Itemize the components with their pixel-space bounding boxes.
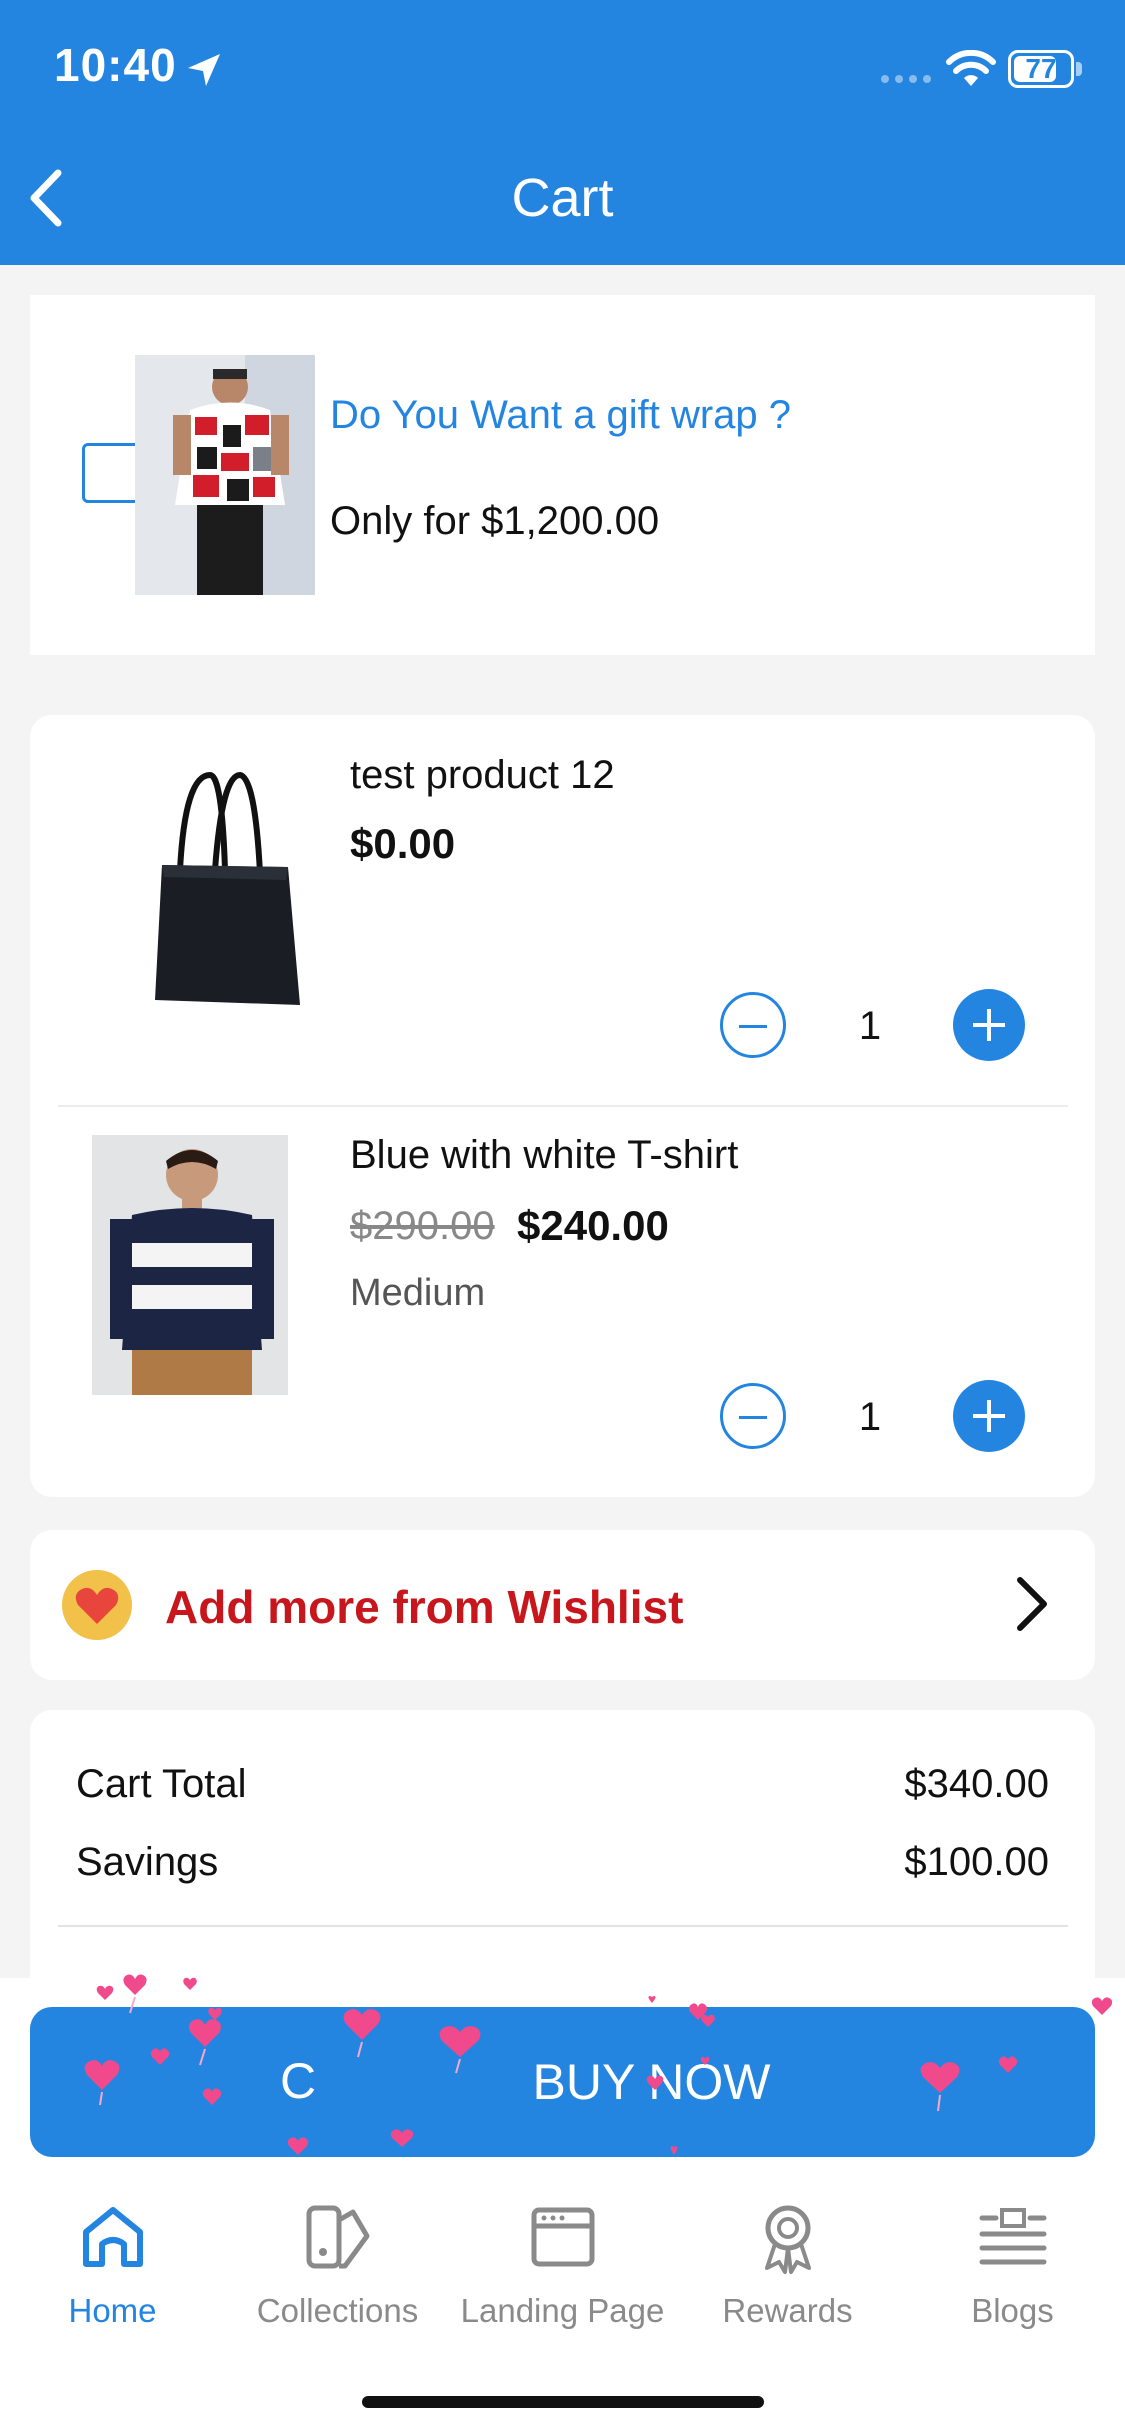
quantity-value: 1: [858, 1395, 882, 1439]
signal-icon: [881, 75, 931, 83]
app-header: 10:40 77 Cart: [0, 0, 1125, 265]
cart-item: test product 12 $0.00 1: [30, 715, 1095, 1107]
home-icon: [83, 2207, 143, 2267]
cart-item-price: $240.00: [517, 1202, 669, 1249]
battery-level-text: 77: [1025, 53, 1057, 84]
tab-landing-page[interactable]: Landing Page: [450, 2200, 675, 2330]
status-time: 10:40: [54, 39, 177, 91]
battery-icon: 77: [1008, 50, 1074, 88]
cart-item-variant: Medium: [350, 1272, 486, 1314]
wishlist-badge: [62, 1570, 132, 1640]
savings-label: Savings: [76, 1840, 219, 1884]
gift-wrap-card: Do You Want a gift wrap ? Only for $1,20…: [30, 295, 1095, 655]
buy-now-label: BUY NOW: [532, 2054, 771, 2110]
landing-page-icon: [531, 2207, 595, 2267]
buy-now-button[interactable]: C BUY NOW: [30, 2007, 1095, 2157]
tab-label: Blogs: [971, 2292, 1054, 2329]
totals-divider: [58, 1925, 1068, 1927]
tab-collections[interactable]: Collections: [225, 2200, 450, 2330]
tote-bag-image: [110, 755, 340, 1025]
tab-home[interactable]: Home: [0, 2200, 225, 2330]
cart-total-label: Cart Total: [76, 1762, 247, 1806]
home-indicator: [362, 2396, 764, 2408]
collections-icon: [306, 2205, 370, 2269]
cart-item-price: $0.00: [350, 820, 456, 867]
cart-items-card: test product 12 $0.00 1 Blue with white …: [30, 715, 1095, 1497]
tab-rewards[interactable]: Rewards: [675, 2200, 900, 2330]
blogs-icon: [979, 2208, 1047, 2265]
quantity-increase-button[interactable]: [953, 989, 1025, 1061]
cart-item: Blue with white T-shirt $290.00 $240.00 …: [30, 1107, 1095, 1497]
gift-wrap-price: Only for $1,200.00: [330, 499, 660, 543]
savings-value: $100.00: [904, 1840, 1049, 1884]
wifi-icon: [946, 50, 996, 86]
striped-tshirt-image: [92, 1135, 288, 1395]
chevron-right-icon: [1017, 1577, 1047, 1631]
cart-item-name: test product 12: [350, 753, 615, 797]
quantity-decrease-button[interactable]: [720, 1383, 786, 1449]
cart-total-value: $340.00: [904, 1762, 1049, 1806]
tab-label: Landing Page: [460, 2292, 665, 2329]
add-from-wishlist-button[interactable]: Add more from Wishlist: [30, 1530, 1095, 1680]
gift-wrap-product-image: [135, 355, 315, 595]
gift-wrap-checkbox[interactable]: [82, 443, 142, 503]
tab-label: Collections: [256, 2292, 419, 2329]
tab-blogs[interactable]: Blogs: [900, 2200, 1125, 2330]
tab-label: Home: [68, 2292, 157, 2329]
rewards-icon: [765, 2205, 811, 2274]
cart-item-name: Blue with white T-shirt: [350, 1133, 739, 1177]
gift-wrap-question: Do You Want a gift wrap ?: [330, 393, 792, 437]
quantity-increase-button[interactable]: [953, 1380, 1025, 1452]
cart-item-old-price: $290.00: [350, 1204, 495, 1248]
tab-label: Rewards: [722, 2292, 853, 2329]
page-title: Cart: [511, 168, 614, 228]
wishlist-label: Add more from Wishlist: [165, 1581, 684, 1633]
quantity-value: 1: [858, 1004, 882, 1048]
heart-icon: [75, 1587, 119, 1624]
shirt-photo: [135, 355, 315, 595]
battery-tip: [1076, 62, 1082, 76]
quantity-decrease-button[interactable]: [720, 992, 786, 1058]
order-summary-card: Cart Total $340.00 Savings $100.00: [30, 1710, 1095, 2010]
location-arrow-icon: [188, 54, 220, 86]
